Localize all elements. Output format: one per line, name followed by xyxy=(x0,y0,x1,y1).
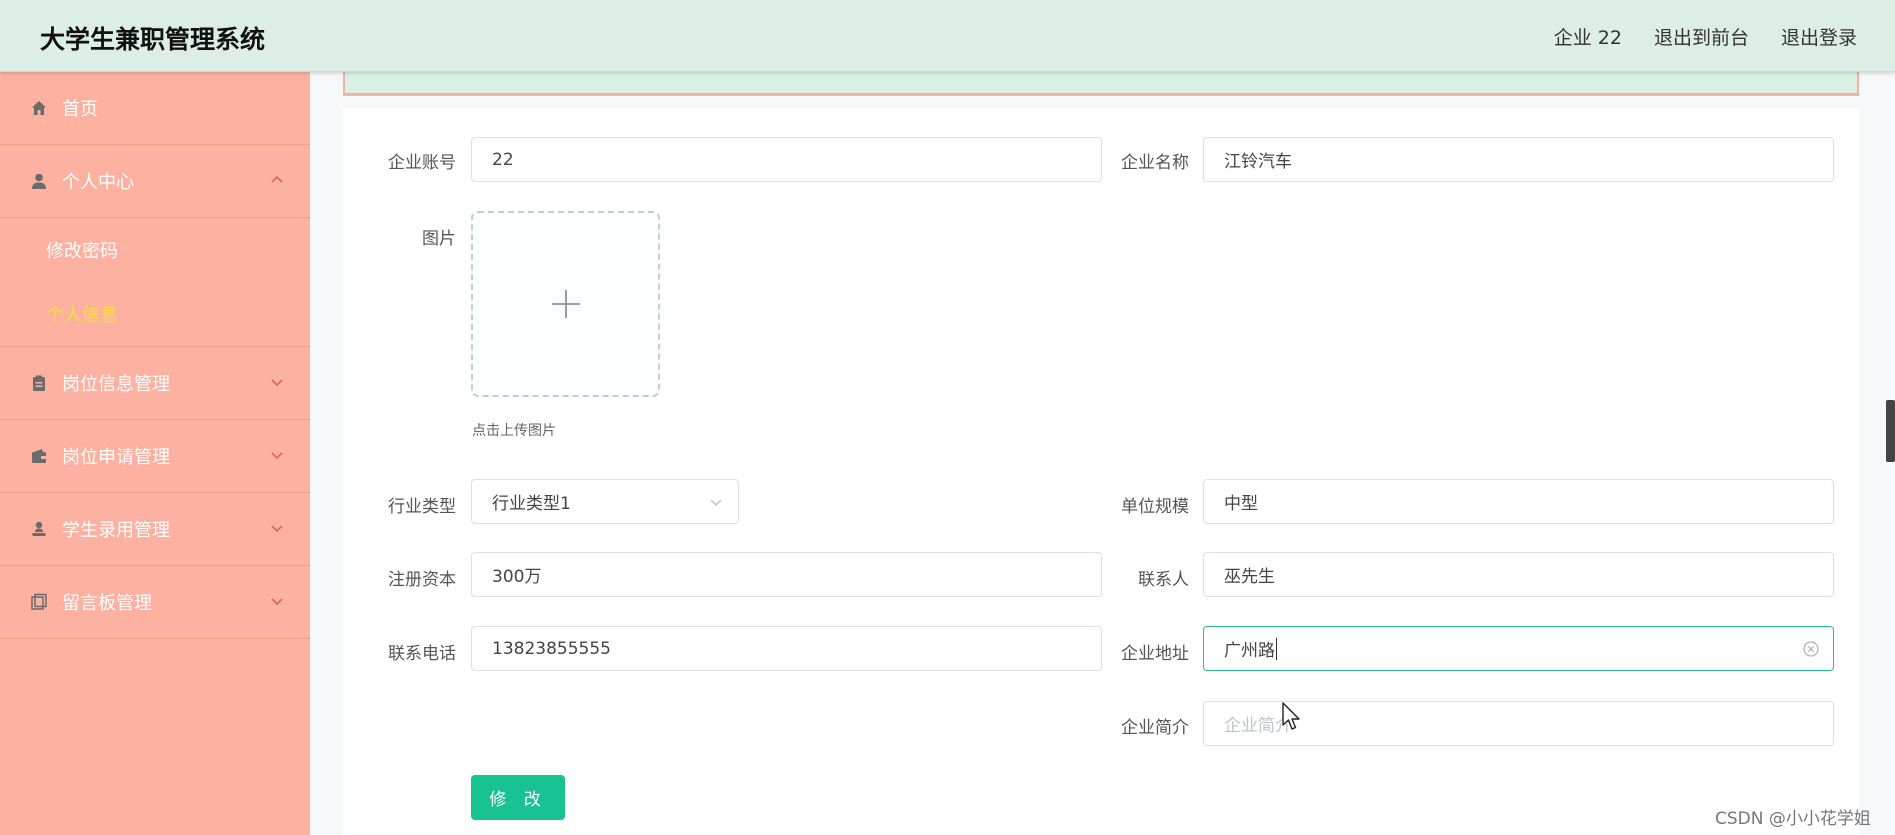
logout-link[interactable]: 退出登录 xyxy=(1781,23,1857,50)
phone-input[interactable]: 13823855555 xyxy=(471,626,1102,671)
app-title: 大学生兼职管理系统 xyxy=(40,25,266,54)
chevron-down-icon xyxy=(710,499,722,507)
company-name-label: 企业名称 xyxy=(1121,153,1189,173)
industry-label: 行业类型 xyxy=(388,497,456,517)
sidebar-item-label: 个人中心 xyxy=(62,172,134,193)
sidebar-item-change-password[interactable]: 修改密码 xyxy=(0,218,310,282)
company-name-input[interactable]: 江铃汽车 xyxy=(1203,137,1834,182)
address-input[interactable]: 广州路 xyxy=(1203,626,1834,671)
submit-button[interactable]: 修 改 xyxy=(471,775,565,820)
page-scrollbar-thumb[interactable] xyxy=(1886,400,1895,462)
sidebar-item-label: 首页 xyxy=(62,99,98,120)
account-label: 企业账号 xyxy=(388,153,456,173)
image-upload-box[interactable] xyxy=(471,211,660,397)
plus-icon xyxy=(551,290,580,318)
phone-value: 13823855555 xyxy=(492,638,611,659)
sidebar-item-student-hire[interactable]: 学生录用管理 xyxy=(0,493,310,566)
csdn-watermark: CSDN @小小花学姐 xyxy=(1715,809,1871,829)
sidebar-item-label: 岗位信息管理 xyxy=(62,374,170,395)
copy-icon xyxy=(28,591,50,613)
chevron-up-icon xyxy=(271,175,283,183)
industry-value: 行业类型1 xyxy=(492,494,571,514)
chevron-down-icon xyxy=(271,379,283,387)
clipboard-icon xyxy=(28,372,50,394)
account-value: 22 xyxy=(492,149,514,170)
industry-select[interactable]: 行业类型1 xyxy=(471,479,739,524)
image-label: 图片 xyxy=(422,229,456,249)
contact-value: 巫先生 xyxy=(1224,567,1275,587)
intro-label: 企业简介 xyxy=(1121,718,1189,738)
personal-center-submenu: 修改密码 个人信息 xyxy=(0,218,310,347)
sidebar-item-personal-info[interactable]: 个人信息 xyxy=(0,282,310,346)
sidebar-item-job-apply[interactable]: 岗位申请管理 xyxy=(0,420,310,493)
scale-input[interactable]: 中型 xyxy=(1203,479,1834,524)
sidebar-item-message-board[interactable]: 留言板管理 xyxy=(0,566,310,639)
account-input[interactable]: 22 xyxy=(471,137,1102,182)
address-label: 企业地址 xyxy=(1121,644,1189,664)
person-stamp-icon xyxy=(28,518,50,540)
address-value: 广州路 xyxy=(1224,641,1275,661)
sidebar-item-label: 留言板管理 xyxy=(62,593,152,614)
sidebar: 首页 个人中心 修改密码 个人信息 岗位信息管理 岗位申请管理 学生录用管理 留… xyxy=(0,72,310,835)
capital-input[interactable]: 300万 xyxy=(471,552,1102,597)
sidebar-item-personal-center[interactable]: 个人中心 xyxy=(0,145,310,218)
user-icon xyxy=(28,170,50,192)
scale-value: 中型 xyxy=(1224,494,1258,514)
contact-input[interactable]: 巫先生 xyxy=(1203,552,1834,597)
current-user-label: 企业 22 xyxy=(1553,27,1622,49)
capital-value: 300万 xyxy=(492,567,542,587)
capital-label: 注册资本 xyxy=(388,570,456,590)
content-top-bar xyxy=(343,72,1859,96)
clear-icon[interactable] xyxy=(1801,639,1821,659)
wallet-icon xyxy=(28,445,50,467)
company-name-value: 江铃汽车 xyxy=(1224,152,1292,172)
phone-label: 联系电话 xyxy=(388,644,456,664)
text-caret xyxy=(1276,637,1277,660)
upload-hint: 点击上传图片 xyxy=(472,423,556,439)
chevron-down-icon xyxy=(271,452,283,460)
chevron-down-icon xyxy=(271,598,283,606)
sidebar-item-job-info[interactable]: 岗位信息管理 xyxy=(0,347,310,420)
sidebar-item-home[interactable]: 首页 xyxy=(0,72,310,145)
sidebar-item-label: 学生录用管理 xyxy=(62,520,170,541)
home-icon xyxy=(28,97,50,119)
chevron-down-icon xyxy=(271,525,283,533)
scale-label: 单位规模 xyxy=(1121,497,1189,517)
top-header: 大学生兼职管理系统 企业 22 退出到前台 退出登录 xyxy=(0,0,1895,72)
contact-label: 联系人 xyxy=(1138,570,1189,590)
sidebar-item-label: 岗位申请管理 xyxy=(62,447,170,468)
header-nav: 企业 22 退出到前台 退出登录 xyxy=(1554,23,1857,50)
mouse-cursor-icon xyxy=(1282,702,1300,730)
exit-to-front-link[interactable]: 退出到前台 xyxy=(1654,23,1749,50)
